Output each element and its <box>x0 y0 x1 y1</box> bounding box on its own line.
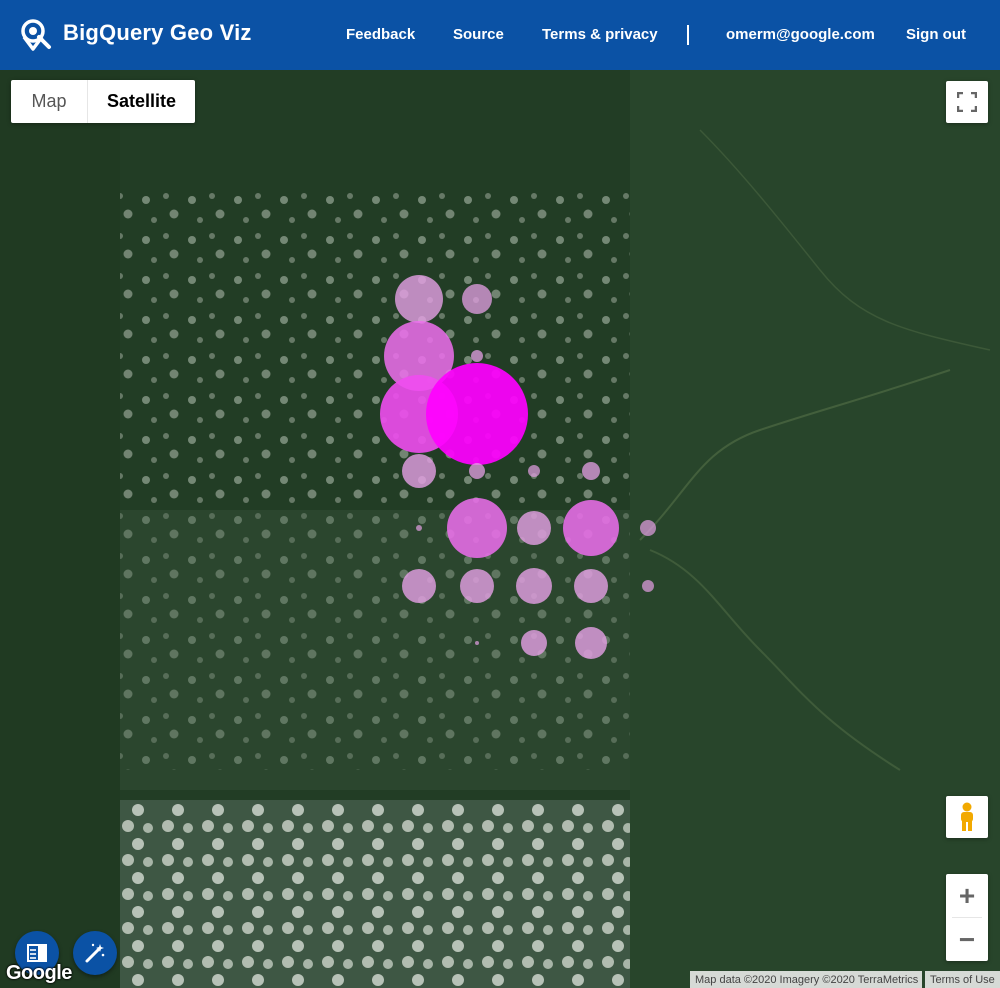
data-marker <box>582 462 600 480</box>
fullscreen-button[interactable] <box>946 81 988 123</box>
app-header: BigQuery Geo Viz Feedback Source Terms &… <box>0 0 1000 70</box>
geo-viz-logo-icon <box>21 19 51 51</box>
data-marker <box>475 641 479 645</box>
map-type-satellite-button[interactable]: Satellite <box>88 80 195 123</box>
terms-privacy-link[interactable]: Terms & privacy <box>542 26 658 43</box>
data-marker <box>574 569 608 603</box>
data-marker <box>462 284 492 314</box>
data-marker <box>416 525 422 531</box>
data-marker <box>402 569 436 603</box>
fullscreen-icon <box>957 92 977 112</box>
data-marker <box>517 511 551 545</box>
map-canvas[interactable] <box>0 70 1000 988</box>
data-marker <box>471 350 483 362</box>
data-marker <box>642 580 654 592</box>
google-logo: Google <box>6 962 72 984</box>
nav-divider <box>687 25 689 45</box>
table-panel-icon <box>27 944 47 962</box>
data-marker <box>575 627 607 659</box>
data-marker <box>528 465 540 477</box>
data-marker <box>426 363 528 465</box>
style-wand-button[interactable] <box>73 931 117 975</box>
data-marker <box>395 275 443 323</box>
data-marker <box>402 454 436 488</box>
data-marker <box>469 463 485 479</box>
data-marker <box>563 500 619 556</box>
data-marker <box>521 630 547 656</box>
data-marker <box>640 520 656 536</box>
map-type-map-button[interactable]: Map <box>11 80 88 123</box>
data-overlay <box>380 275 656 659</box>
zoom-control: + − <box>946 874 988 961</box>
map-attribution: Map data ©2020 Imagery ©2020 TerraMetric… <box>690 971 922 988</box>
pegman-icon <box>961 802 973 831</box>
user-email[interactable]: omerm@google.com <box>726 26 875 43</box>
source-link[interactable]: Source <box>453 26 504 43</box>
sign-out-link[interactable]: Sign out <box>906 26 966 43</box>
street-view-pegman[interactable] <box>946 796 988 838</box>
data-markers <box>380 275 656 659</box>
data-marker <box>516 568 552 604</box>
app-title: BigQuery Geo Viz <box>63 20 252 45</box>
zoom-out-button[interactable]: − <box>946 918 988 961</box>
magic-wand-icon <box>85 943 105 963</box>
map-type-control: Map Satellite <box>11 80 195 123</box>
data-marker <box>460 569 494 603</box>
terms-of-use-link[interactable]: Terms of Use <box>925 971 1000 988</box>
feedback-link[interactable]: Feedback <box>346 26 415 43</box>
data-marker <box>447 498 507 558</box>
zoom-in-button[interactable]: + <box>946 874 988 917</box>
